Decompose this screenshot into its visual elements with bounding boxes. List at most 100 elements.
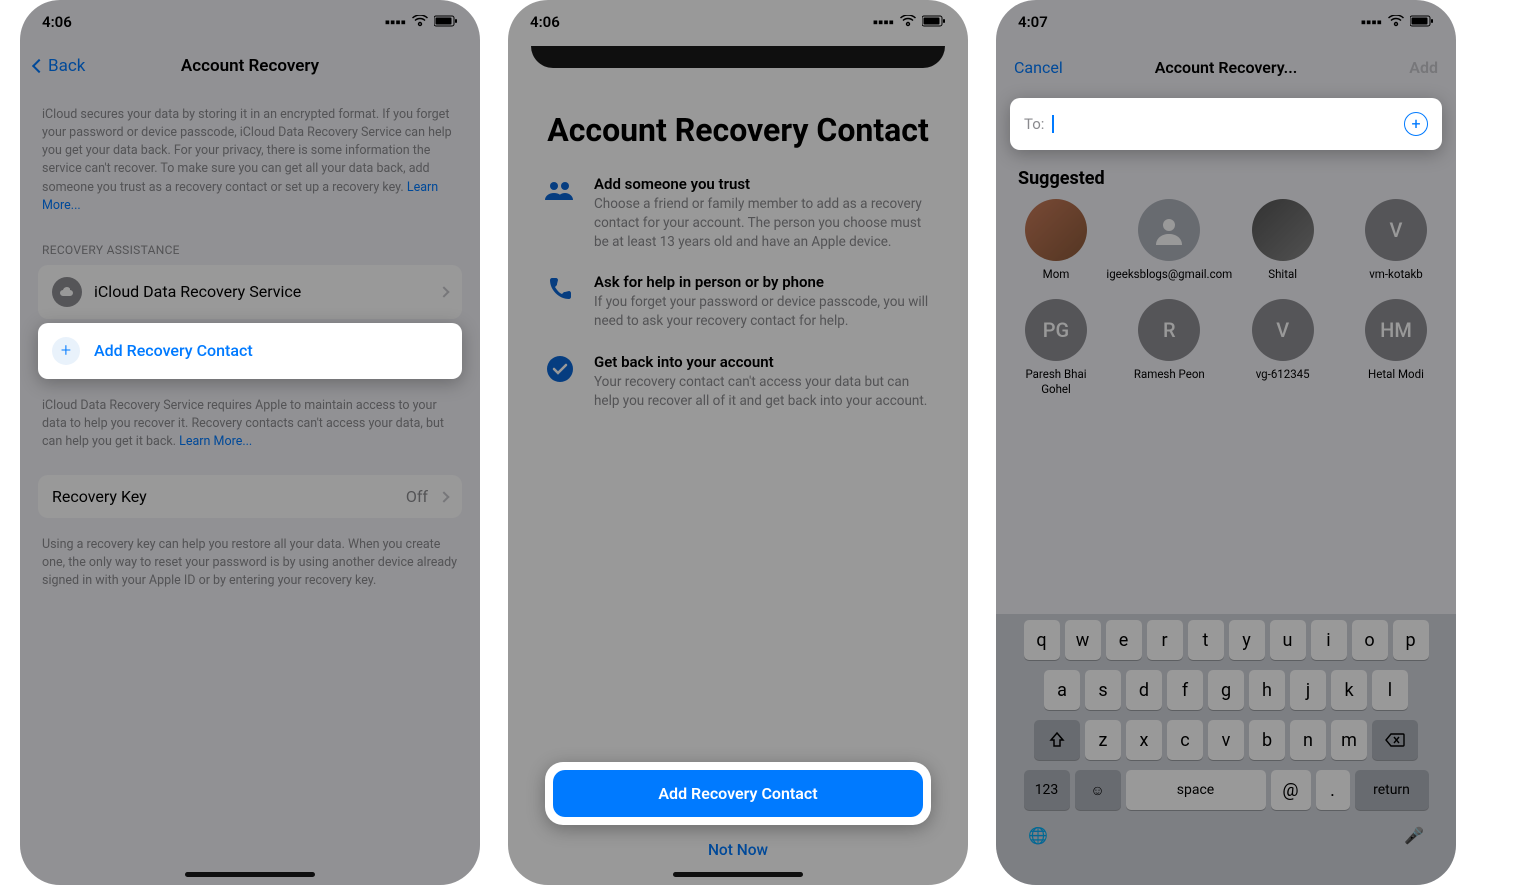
contacts-row-1: Mom igeeksblogs@gmail.com Shital V vm-ko… (996, 199, 1456, 281)
contact-vm-kotakb[interactable]: V vm-kotakb (1354, 199, 1438, 281)
wifi-icon (412, 13, 428, 31)
contact-shital[interactable]: Shital (1241, 199, 1325, 281)
feature-heading: Get back into your account (594, 353, 932, 371)
key-y[interactable]: y (1229, 620, 1265, 660)
not-now-button[interactable]: Not Now (708, 841, 768, 859)
cell-add-recovery-contact[interactable]: + Add Recovery Contact (38, 323, 462, 379)
text-cursor-icon (1052, 115, 1054, 133)
key-h[interactable]: h (1249, 670, 1285, 710)
mic-icon[interactable]: 🎤 (1404, 826, 1424, 845)
shift-key[interactable] (1034, 720, 1080, 760)
status-bar: 4:07 ▪▪▪▪ (996, 0, 1456, 44)
numbers-key[interactable]: 123 (1024, 770, 1070, 810)
key-w[interactable]: w (1065, 620, 1101, 660)
back-button[interactable]: Back (34, 56, 85, 76)
icloud-icon (52, 277, 82, 307)
feature-heading: Add someone you trust (594, 175, 932, 193)
avatar: HM (1365, 299, 1427, 361)
to-field[interactable]: To: + (1010, 98, 1442, 150)
dot-key[interactable]: . (1316, 770, 1350, 810)
phone-icon (544, 273, 576, 305)
add-button-disabled: Add (1409, 58, 1438, 77)
chevron-left-icon (32, 59, 46, 73)
return-key[interactable]: return (1355, 770, 1429, 810)
feature-desc: Your recovery contact can't access your … (594, 373, 932, 411)
globe-icon[interactable]: 🌐 (1028, 826, 1048, 845)
feature-get-back: Get back into your account Your recovery… (508, 337, 968, 417)
avatar: R (1138, 299, 1200, 361)
keyboard: qwertyuiop asdfghjkl zxcvbnm 123 ☺ space… (996, 614, 1456, 885)
avatar (1025, 199, 1087, 261)
feature-desc: Choose a friend or family member to add … (594, 195, 932, 252)
feature-ask-help: Ask for help in person or by phone If yo… (508, 257, 968, 337)
key-t[interactable]: t (1188, 620, 1224, 660)
key-d[interactable]: d (1126, 670, 1162, 710)
checkmark-circle-icon (544, 353, 576, 385)
signal-icon: ▪▪▪▪ (385, 13, 406, 31)
primary-button-wrap: Add Recovery Contact (545, 762, 931, 825)
battery-icon (434, 13, 458, 31)
chevron-right-icon (438, 491, 449, 502)
wifi-icon (1388, 13, 1404, 31)
service-footer: iCloud Data Recovery Service requires Ap… (38, 379, 462, 461)
key-a[interactable]: a (1044, 670, 1080, 710)
contact-igeeksblogs[interactable]: igeeksblogs@gmail.com (1127, 199, 1211, 281)
feature-heading: Ask for help in person or by phone (594, 273, 932, 291)
status-icons: ▪▪▪▪ (385, 13, 458, 31)
modal-title: Account Recovery... (1155, 58, 1298, 77)
key-g[interactable]: g (1208, 670, 1244, 710)
home-indicator (185, 872, 315, 877)
add-recovery-contact-button[interactable]: Add Recovery Contact (553, 770, 923, 817)
contact-mom[interactable]: Mom (1014, 199, 1098, 281)
add-contact-icon[interactable]: + (1404, 112, 1428, 136)
key-p[interactable]: p (1393, 620, 1429, 660)
sheet-handle (531, 46, 945, 68)
home-indicator (673, 872, 803, 877)
status-icons: ▪▪▪▪ (1361, 13, 1434, 31)
feature-desc: If you forget your password or device pa… (594, 293, 932, 331)
learn-more-link-2[interactable]: Learn More... (179, 434, 252, 449)
key-x[interactable]: x (1126, 720, 1162, 760)
cell-recovery-key[interactable]: Recovery Key Off (38, 475, 462, 518)
cancel-button[interactable]: Cancel (1014, 58, 1063, 77)
to-input[interactable] (1062, 116, 1396, 133)
space-key[interactable]: space (1126, 770, 1266, 810)
key-e[interactable]: e (1106, 620, 1142, 660)
key-u[interactable]: u (1270, 620, 1306, 660)
intro-text: iCloud secures your data by storing it i… (38, 88, 462, 225)
avatar: V (1252, 299, 1314, 361)
add-contact-label: Add Recovery Contact (94, 341, 253, 360)
suggested-header: Suggested (996, 150, 1456, 199)
key-b[interactable]: b (1249, 720, 1285, 760)
recovery-key-value: Off (406, 487, 428, 506)
key-k[interactable]: k (1331, 670, 1367, 710)
key-j[interactable]: j (1290, 670, 1326, 710)
contact-vg[interactable]: V vg-612345 (1241, 299, 1325, 396)
cell-icloud-service[interactable]: iCloud Data Recovery Service (38, 265, 462, 319)
signal-icon: ▪▪▪▪ (1361, 13, 1382, 31)
key-q[interactable]: q (1024, 620, 1060, 660)
feature-trust: Add someone you trust Choose a friend or… (508, 159, 968, 258)
emoji-key[interactable]: ☺ (1075, 770, 1121, 810)
sheet-title: Account Recovery Contact (508, 68, 968, 159)
key-n[interactable]: n (1290, 720, 1326, 760)
key-footer: Using a recovery key can help you restor… (38, 518, 462, 600)
contact-paresh[interactable]: PG Paresh Bhai Gohel (1014, 299, 1098, 396)
at-key[interactable]: @ (1271, 770, 1311, 810)
screen-recovery-contact-info: 4:06 ▪▪▪▪ Account Recovery Contact Add s… (508, 0, 968, 885)
battery-icon (1410, 13, 1434, 31)
key-r[interactable]: r (1147, 620, 1183, 660)
key-s[interactable]: s (1085, 670, 1121, 710)
key-l[interactable]: l (1372, 670, 1408, 710)
key-z[interactable]: z (1085, 720, 1121, 760)
key-f[interactable]: f (1167, 670, 1203, 710)
key-m[interactable]: m (1331, 720, 1367, 760)
key-c[interactable]: c (1167, 720, 1203, 760)
delete-key[interactable] (1372, 720, 1418, 760)
chevron-right-icon (438, 286, 449, 297)
key-i[interactable]: i (1311, 620, 1347, 660)
contact-hetal[interactable]: HM Hetal Modi (1354, 299, 1438, 396)
contact-ramesh[interactable]: R Ramesh Peon (1127, 299, 1211, 396)
key-o[interactable]: o (1352, 620, 1388, 660)
key-v[interactable]: v (1208, 720, 1244, 760)
